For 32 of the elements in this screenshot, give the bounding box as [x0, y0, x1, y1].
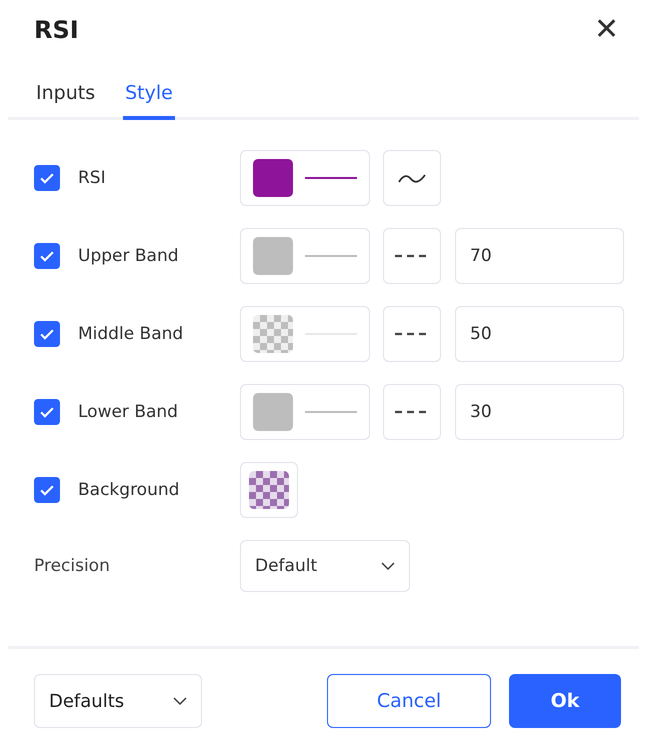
close-button[interactable]: ✕	[588, 15, 625, 45]
color-picker-button[interactable]	[240, 228, 370, 284]
precision-label: Precision	[34, 556, 111, 576]
chevron-down-icon	[173, 697, 187, 705]
tab[interactable]: Style	[123, 82, 175, 120]
color-picker-button[interactable]	[240, 384, 370, 440]
row-label: Background	[78, 480, 180, 500]
checkbox[interactable]	[34, 243, 60, 269]
ok-button[interactable]: Ok	[509, 674, 621, 728]
dashed-line-icon	[395, 410, 429, 414]
color-picker-button[interactable]	[240, 150, 370, 206]
row-label: Upper Band	[78, 246, 180, 266]
checkbox[interactable]	[34, 321, 60, 347]
checkbox[interactable]	[34, 165, 60, 191]
cancel-button[interactable]: Cancel	[327, 674, 491, 728]
row-label: Lower Band	[78, 402, 179, 422]
tab[interactable]: Inputs	[34, 82, 98, 120]
color-picker-button[interactable]	[240, 462, 298, 518]
row-label: RSI	[78, 168, 107, 188]
dashed-line-icon	[395, 254, 429, 258]
dashed-line-icon	[395, 332, 429, 336]
color-picker-button[interactable]	[240, 306, 370, 362]
chevron-down-icon	[381, 562, 395, 570]
checkbox[interactable]	[34, 399, 60, 425]
defaults-dropdown[interactable]: Defaults	[34, 674, 202, 728]
value-field[interactable]: 30	[455, 384, 624, 440]
value-field[interactable]: 70	[455, 228, 624, 284]
precision-dropdown[interactable]: Default	[240, 540, 410, 592]
dialog-title: RSI	[34, 16, 79, 44]
row-label: Middle Band	[78, 324, 184, 344]
value-field[interactable]: 50	[455, 306, 624, 362]
checkbox[interactable]	[34, 477, 60, 503]
